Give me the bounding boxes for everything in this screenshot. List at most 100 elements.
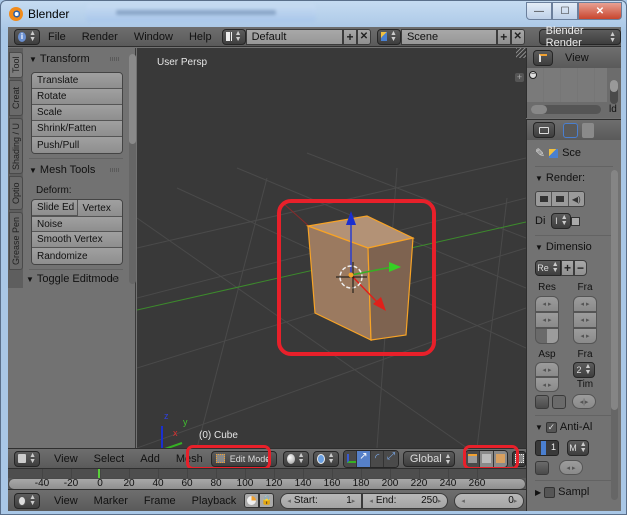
add-preset-button[interactable]: +: [561, 260, 574, 276]
3d-menu-add[interactable]: Add: [132, 453, 168, 465]
transform-panel-header[interactable]: ▼ Transform: [23, 50, 135, 68]
tab-shading-uvs[interactable]: Shading / U: [9, 118, 23, 174]
close-button[interactable]: ✕: [578, 2, 622, 20]
time-remap-fields[interactable]: ◂|▸: [572, 394, 596, 409]
manipulator-toggle[interactable]: [343, 450, 358, 467]
aa-samples-selector[interactable]: 1: [535, 440, 559, 456]
aspect-x-field[interactable]: ◂ ▸: [535, 362, 559, 377]
tool-shelf-scrollbar[interactable]: [129, 54, 136, 284]
pin-icon[interactable]: ✎: [535, 146, 545, 160]
anti-aliasing-checkbox[interactable]: ✓: [545, 421, 557, 433]
drag-grip-icon[interactable]: [110, 168, 119, 172]
sampled-motion-blur-checkbox[interactable]: [544, 486, 556, 498]
display-mode-selector[interactable]: I ▲ ▼: [551, 213, 572, 229]
3d-menu-select[interactable]: Select: [86, 453, 133, 465]
delete-screen-button[interactable]: ✕: [357, 28, 371, 45]
render-animation-button[interactable]: [552, 192, 569, 206]
timeline-menu-view[interactable]: View: [46, 495, 86, 507]
menu-help[interactable]: Help: [181, 31, 220, 43]
tab-grease-pencil[interactable]: Grease Pen: [9, 212, 23, 270]
properties-editor-type-button[interactable]: [533, 122, 555, 138]
push-pull-button[interactable]: Push/Pull: [32, 137, 122, 153]
toggle-editmode-panel-header[interactable]: ▼ Toggle Editmode: [23, 270, 135, 288]
timeline-editor-type-button[interactable]: ▲ ▼: [14, 492, 40, 509]
tab-create[interactable]: Creat: [9, 80, 23, 116]
tab-tool[interactable]: Tool: [9, 52, 23, 78]
rotate-button[interactable]: Rotate: [32, 89, 122, 105]
outliner-vscrollbar[interactable]: [610, 80, 618, 104]
preview-range-toggle[interactable]: [244, 493, 260, 508]
lock-interface-icon[interactable]: [571, 216, 581, 226]
add-screen-button[interactable]: +: [343, 28, 358, 45]
outliner-hscrollbar[interactable]: [531, 105, 601, 114]
outliner-display-mode[interactable]: View: [565, 52, 589, 64]
maximize-button[interactable]: ☐: [552, 2, 578, 20]
viewport-shading-selector[interactable]: ▲ ▼: [282, 450, 309, 467]
frame-start-field[interactable]: ◂ ▸: [573, 296, 597, 312]
drag-grip-icon[interactable]: [110, 57, 119, 61]
remove-preset-button[interactable]: −: [574, 260, 587, 276]
delete-scene-button[interactable]: ✕: [510, 28, 525, 45]
scale-button[interactable]: Scale: [32, 105, 122, 121]
render-context-tab[interactable]: [563, 122, 578, 138]
sampled-motion-blur-panel-header[interactable]: ▶ Sampl: [527, 483, 621, 501]
drag-grip-icon[interactable]: [110, 277, 119, 281]
mesh-tools-panel-header[interactable]: ▼ Mesh Tools: [23, 161, 135, 179]
aspect-y-field[interactable]: ◂ ▸: [535, 377, 559, 392]
shrink-fatten-button[interactable]: Shrink/Fatten: [32, 121, 122, 137]
resolution-y-field[interactable]: ◂ ▸: [535, 312, 559, 328]
render-panel-header[interactable]: ▼ Render:: [527, 169, 621, 187]
randomize-button[interactable]: Randomize: [32, 248, 122, 264]
translate-manipulator-toggle[interactable]: ↗: [357, 450, 371, 467]
screen-layout-selector[interactable]: ▲ ▼: [221, 28, 246, 45]
end-frame-field[interactable]: ◂ End: 250 ▸: [362, 492, 449, 509]
menu-window[interactable]: Window: [126, 31, 181, 43]
dimensions-panel-header[interactable]: ▼ Dimensio: [527, 238, 621, 256]
menu-render[interactable]: Render: [74, 31, 126, 43]
border-toggle[interactable]: [535, 394, 549, 409]
outliner-editor-type-button[interactable]: [533, 50, 553, 66]
slide-vertex-button[interactable]: Vertex: [77, 200, 122, 216]
render-engine-selector[interactable]: Blender Render ▲ ▼: [538, 25, 621, 49]
properties-toggle-button[interactable]: +: [515, 73, 524, 82]
render-layers-context-tab[interactable]: [582, 122, 594, 138]
lock-time-toggle[interactable]: 🔒: [259, 493, 275, 508]
translate-button[interactable]: Translate: [32, 73, 122, 89]
area-split-corner[interactable]: [516, 48, 526, 58]
render-audio-button[interactable]: ◀): [568, 192, 584, 206]
menu-file[interactable]: File: [40, 31, 74, 43]
resolution-x-field[interactable]: ◂ ▸: [535, 296, 559, 312]
anti-aliasing-panel-header[interactable]: ▼ ✓ Anti-Al: [527, 418, 621, 436]
frame-step-field[interactable]: ◂ ▸: [573, 328, 597, 344]
properties-scrollbar[interactable]: [611, 170, 618, 500]
timeline-menu-marker[interactable]: Marker: [86, 495, 136, 507]
minimize-button[interactable]: —: [526, 2, 552, 20]
outliner-tree[interactable]: −: [527, 68, 607, 102]
aa-filter-selector[interactable]: M ▲ ▼: [567, 440, 589, 456]
add-scene-button[interactable]: +: [496, 28, 511, 45]
render-image-button[interactable]: [536, 192, 553, 206]
tab-options[interactable]: Optio: [9, 176, 23, 210]
render-preset-selector[interactable]: Re ▲ ▼: [535, 260, 561, 276]
frame-rate-selector[interactable]: 2 ▲ ▼: [573, 362, 595, 378]
timeline-ruler[interactable]: -40 -20 0 20 40 60 80 100 120 140 160 180 200 220 240 2…: [8, 468, 526, 490]
scene-field[interactable]: Scene: [400, 28, 497, 45]
3d-menu-view[interactable]: View: [46, 453, 86, 465]
frame-end-field[interactable]: ◂ ▸: [573, 312, 597, 328]
timeline-menu-playback[interactable]: Playback: [184, 495, 245, 507]
editor-type-button[interactable]: i ▲ ▼: [14, 28, 40, 45]
rotate-manipulator-toggle[interactable]: ◜: [370, 450, 385, 467]
3d-viewport[interactable]: User Persp z y x (0) Cube +: [137, 48, 526, 448]
transform-orientation-selector[interactable]: Global ▲ ▼: [402, 450, 456, 467]
collapse-minus-icon[interactable]: −: [529, 71, 537, 79]
filter-size-field[interactable]: ◂ ▸: [559, 460, 583, 475]
crop-toggle[interactable]: [552, 394, 566, 409]
resolution-percent-field[interactable]: [535, 328, 559, 344]
start-frame-field[interactable]: ◂ Start: 1 ▸: [280, 492, 363, 509]
full-sample-toggle[interactable]: [535, 460, 549, 475]
timeline-menu-frame[interactable]: Frame: [136, 495, 184, 507]
scale-manipulator-toggle[interactable]: ⤢: [384, 450, 398, 467]
smooth-vertex-button[interactable]: Smooth Vertex: [32, 232, 122, 248]
slide-edge-button[interactable]: Slide Ed: [32, 200, 78, 216]
scene-selector[interactable]: ▲ ▼: [376, 28, 401, 45]
